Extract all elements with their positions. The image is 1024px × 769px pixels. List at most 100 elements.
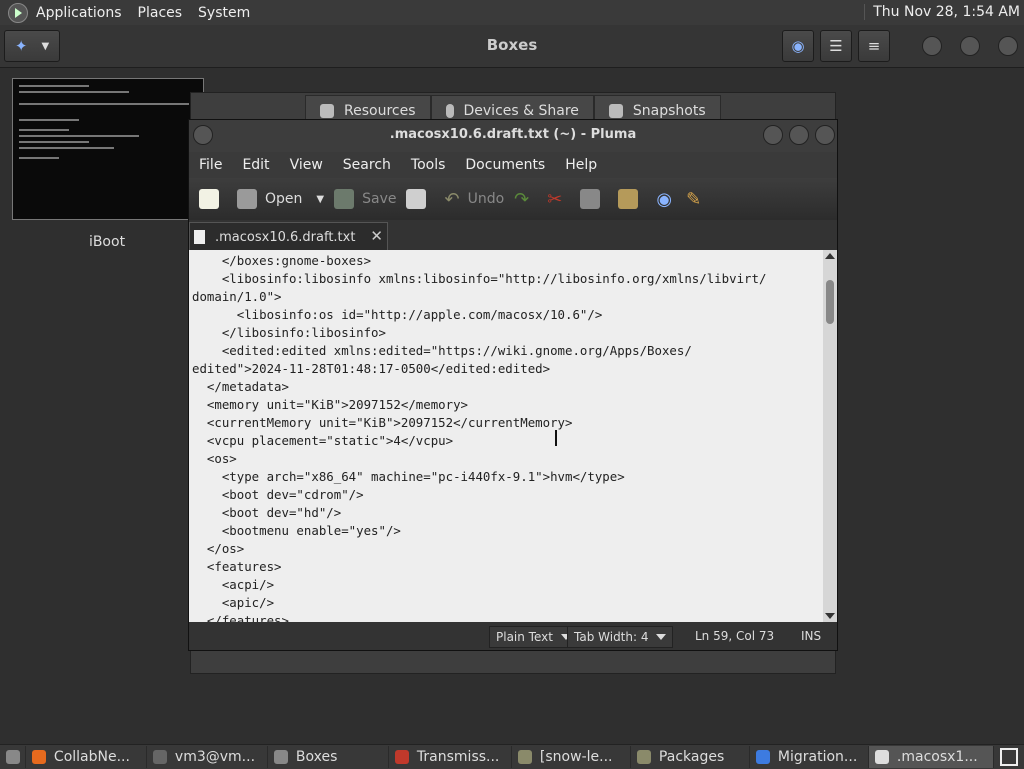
code-line[interactable]: <bootmenu enable="yes"/> bbox=[192, 522, 823, 540]
menu-places[interactable]: Places bbox=[130, 5, 191, 21]
transmission-icon bbox=[394, 750, 409, 764]
code-line[interactable]: <currentMemory unit="KiB">2097152</curre… bbox=[192, 414, 823, 432]
code-line[interactable]: </libosinfo:libosinfo> bbox=[192, 324, 823, 342]
code-line[interactable]: <boot dev="hd"/> bbox=[192, 504, 823, 522]
workspace-icon bbox=[999, 748, 1018, 766]
code-line[interactable]: </metadata> bbox=[192, 378, 823, 396]
list-icon: ☰ bbox=[829, 37, 843, 55]
hamburger-icon: ≡ bbox=[867, 37, 881, 55]
document-tab-label: .macosx10.6.draft.txt bbox=[215, 229, 356, 245]
pluma-close-button[interactable] bbox=[815, 125, 835, 145]
code-line[interactable]: <features> bbox=[192, 558, 823, 576]
text-editor[interactable]: </boxes:gnome-boxes> <libosinfo:libosinf… bbox=[189, 250, 823, 622]
syntax-dropdown[interactable]: Plain Text bbox=[489, 626, 578, 648]
menu-search[interactable]: Search bbox=[333, 157, 401, 173]
taskbar-item[interactable]: .macosx1... bbox=[868, 746, 994, 768]
menu-edit[interactable]: Edit bbox=[232, 157, 279, 173]
taskbar-item[interactable]: Packages bbox=[631, 746, 750, 768]
scroll-up-icon[interactable] bbox=[825, 253, 835, 259]
taskbar-item-label: Migration... bbox=[777, 749, 858, 765]
menu-help[interactable]: Help bbox=[555, 157, 607, 173]
taskbar-item[interactable]: CollabNe... bbox=[26, 746, 147, 768]
taskbar-item[interactable]: Migration... bbox=[750, 746, 869, 768]
mouse-icon bbox=[445, 104, 454, 118]
maximize-button[interactable] bbox=[960, 36, 980, 56]
save-icon bbox=[334, 189, 355, 209]
tab-width-dropdown[interactable]: Tab Width: 4 bbox=[567, 626, 674, 648]
menu-system[interactable]: System bbox=[190, 5, 258, 21]
taskbar-item-label: CollabNe... bbox=[53, 749, 130, 765]
system-logo-icon[interactable] bbox=[8, 2, 28, 23]
open-button[interactable]: Open ▼ bbox=[237, 189, 324, 209]
new-button[interactable] bbox=[199, 189, 227, 209]
menu-file[interactable]: File bbox=[189, 157, 232, 173]
scrollbar-thumb[interactable] bbox=[826, 280, 834, 324]
pluma-window: .macosx10.6.draft.txt (~) - Pluma File E… bbox=[188, 119, 838, 651]
list-view-button[interactable]: ☰ bbox=[820, 30, 852, 62]
code-line[interactable]: <memory unit="KiB">2097152</memory> bbox=[192, 396, 823, 414]
menubar: File Edit View Search Tools Documents He… bbox=[189, 152, 837, 178]
close-button[interactable] bbox=[998, 36, 1018, 56]
menu-button[interactable]: ≡ bbox=[858, 30, 890, 62]
code-line[interactable]: <boot dev="cdrom"/> bbox=[192, 486, 823, 504]
paste-icon bbox=[618, 189, 639, 209]
undo-button[interactable]: ↶ Undo bbox=[444, 189, 504, 210]
code-line[interactable]: edited">2024-11-28T01:48:17-0500</edited… bbox=[192, 360, 823, 378]
text-file-icon bbox=[194, 230, 205, 244]
taskbar-item-label: Transmiss... bbox=[416, 749, 500, 765]
taskbar-item-label: .macosx1... bbox=[896, 749, 978, 765]
taskbar-item[interactable]: Transmiss... bbox=[389, 746, 512, 768]
find-button[interactable]: ◉ bbox=[656, 189, 672, 210]
vm-thumbnail[interactable] bbox=[12, 78, 204, 220]
taskbar-item-label: Packages bbox=[658, 749, 725, 765]
save-button[interactable]: Save bbox=[334, 189, 396, 209]
folder-icon bbox=[517, 750, 532, 764]
search-button[interactable]: ◉ bbox=[782, 30, 814, 62]
code-line[interactable]: </os> bbox=[192, 540, 823, 558]
redo-button[interactable]: ↷ bbox=[514, 189, 529, 210]
taskbar-item-label: vm3@vm... bbox=[174, 749, 256, 765]
print-button[interactable] bbox=[406, 189, 434, 209]
copy-icon bbox=[580, 189, 601, 209]
menu-documents[interactable]: Documents bbox=[455, 157, 555, 173]
pluma-minimize-button[interactable] bbox=[763, 125, 783, 145]
clock[interactable]: Thu Nov 28, 1:54 AM bbox=[864, 4, 1020, 20]
minimize-button[interactable] bbox=[922, 36, 942, 56]
code-line[interactable]: <edited:edited xmlns:edited="https://wik… bbox=[192, 342, 823, 360]
workspace-switcher[interactable] bbox=[994, 746, 1024, 768]
search-icon: ◉ bbox=[791, 37, 805, 55]
code-line[interactable]: domain/1.0"> bbox=[192, 288, 823, 306]
code-line[interactable]: <apic/> bbox=[192, 594, 823, 612]
copy-button[interactable] bbox=[580, 189, 608, 209]
pluma-maximize-button[interactable] bbox=[789, 125, 809, 145]
editor-content[interactable]: </boxes:gnome-boxes> <libosinfo:libosinf… bbox=[189, 250, 823, 622]
top-panel: Applications Places System Thu Nov 28, 1… bbox=[0, 0, 1024, 26]
chevron-down-icon[interactable]: ▼ bbox=[316, 194, 324, 205]
paste-button[interactable] bbox=[618, 189, 646, 209]
code-line[interactable]: </features> bbox=[192, 612, 823, 622]
taskbar-item[interactable]: vm3@vm... bbox=[147, 746, 268, 768]
code-line[interactable]: <vcpu placement="static">4</vcpu> bbox=[192, 432, 823, 450]
show-desktop-button[interactable] bbox=[0, 746, 26, 768]
scroll-down-icon[interactable] bbox=[825, 613, 835, 619]
taskbar-item[interactable]: Boxes bbox=[268, 746, 389, 768]
cut-button[interactable]: ✂ bbox=[547, 189, 562, 210]
pluma-titlebar[interactable]: .macosx10.6.draft.txt (~) - Pluma bbox=[189, 120, 837, 152]
code-line[interactable]: <acpi/> bbox=[192, 576, 823, 594]
menu-view[interactable]: View bbox=[280, 157, 333, 173]
document-tab[interactable]: .macosx10.6.draft.txt ✕ bbox=[189, 222, 388, 251]
close-tab-icon[interactable]: ✕ bbox=[370, 227, 383, 245]
menu-tools[interactable]: Tools bbox=[401, 157, 456, 173]
boxes-headerbar: ✦ ▼ Boxes ◉ ☰ ≡ bbox=[0, 25, 1024, 68]
replace-button[interactable]: ✎ bbox=[686, 189, 701, 210]
vertical-scrollbar[interactable] bbox=[823, 250, 837, 622]
toolbar: Open ▼ Save ↶ Undo ↷ ✂ ◉ ✎ bbox=[189, 178, 837, 220]
open-folder-icon bbox=[237, 189, 257, 209]
code-line[interactable]: </boxes:gnome-boxes> bbox=[192, 252, 823, 270]
code-line[interactable]: <libosinfo:libosinfo xmlns:libosinfo="ht… bbox=[192, 270, 823, 288]
taskbar-item[interactable]: [snow-le... bbox=[512, 746, 631, 768]
code-line[interactable]: <os> bbox=[192, 450, 823, 468]
code-line[interactable]: <libosinfo:os id="http://apple.com/macos… bbox=[192, 306, 823, 324]
code-line[interactable]: <type arch="x86_64" machine="pc-i440fx-9… bbox=[192, 468, 823, 486]
menu-applications[interactable]: Applications bbox=[28, 5, 130, 21]
